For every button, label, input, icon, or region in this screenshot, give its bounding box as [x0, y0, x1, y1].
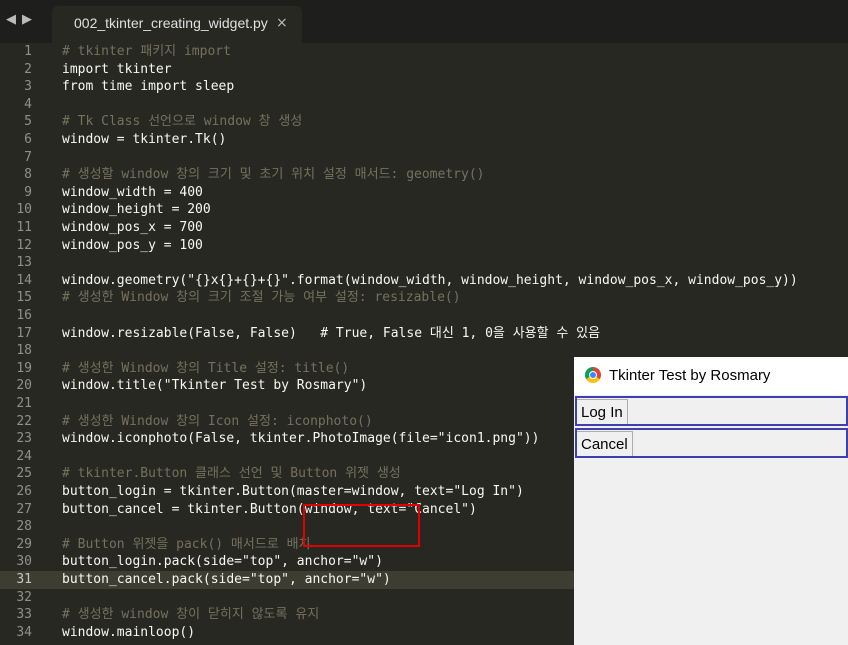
code-line: 13	[16, 255, 32, 271]
code-line: 12 window_pos_y = 100	[16, 237, 203, 253]
code-line: 4	[24, 96, 32, 112]
code-line: 17 window.resizable(False, False) # True,…	[16, 325, 601, 341]
window-title: Tkinter Test by Rosmary	[609, 367, 771, 384]
code-line: 22 # 생성한 Window 창의 Icon 설정: iconphoto()	[16, 413, 373, 429]
code-line: 24	[16, 448, 32, 464]
back-arrow-icon[interactable]: ◀	[6, 12, 16, 27]
code-line: 10 window_height = 200	[16, 202, 211, 218]
code-line: 25 # tkinter.Button 클래스 선언 및 Button 위젯 생성	[16, 466, 401, 482]
code-line: 16	[16, 308, 32, 323]
code-line: 2 import tkinter	[24, 61, 172, 77]
code-line: 19 # 생성한 Window 창의 Title 설정: title()	[16, 360, 350, 376]
code-line: 14 window.geometry("{}x{}+{}+{}".format(w…	[16, 272, 798, 288]
anchor-highlight-box	[303, 504, 420, 547]
code-line: 6 window = tkinter.Tk()	[24, 132, 227, 147]
code-line: 28	[16, 519, 32, 535]
close-icon[interactable]: ×	[276, 15, 288, 31]
code-line: 15 # 생성한 Window 창의 크기 조절 가능 여부 설정: resiza…	[16, 290, 461, 306]
code-line: 32	[16, 589, 32, 605]
window-titlebar[interactable]: Tkinter Test by Rosmary	[574, 357, 848, 395]
code-line: 11 window_pos_x = 700	[16, 220, 203, 235]
code-line: 9 window_width = 400	[24, 184, 203, 200]
code-line: 20 window.title("Tkinter Test by Rosmary"…	[16, 378, 368, 394]
tab-bar: ◀ ▶ 002_tkinter_creating_widget.py ×	[0, 0, 848, 43]
cancel-widget-outline	[575, 428, 848, 458]
code-line: 30 button_login.pack(side="top", anchor="…	[16, 554, 383, 570]
forward-arrow-icon[interactable]: ▶	[22, 12, 32, 27]
code-line: 3 from time import sleep	[24, 79, 235, 95]
tab-title: 002_tkinter_creating_widget.py	[74, 15, 268, 31]
code-line: 7	[24, 149, 32, 165]
chrome-icon	[585, 367, 601, 383]
code-line: 21	[16, 396, 32, 411]
code-line: 18	[16, 343, 32, 359]
code-line: 23 window.iconphoto(False, tkinter.PhotoI…	[16, 431, 540, 447]
code-line: 34 window.mainloop()	[16, 624, 196, 640]
code-line: 33 # 생성한 window 창이 닫히지 않도록 유지	[16, 607, 320, 623]
code-line: 8 # 생성할 window 창의 크기 및 초기 위치 설정 매서드: geom…	[24, 167, 485, 183]
login-widget-outline	[575, 396, 848, 426]
code-line: 26 button_login = tkinter.Button(master=w…	[16, 484, 524, 499]
code-line: 1 # tkinter 패키지 import	[24, 44, 231, 59]
code-line: 5 # Tk Class 선언으로 window 창 생성	[24, 114, 303, 130]
tab-file[interactable]: 002_tkinter_creating_widget.py ×	[52, 6, 302, 43]
code-line: 29 # Button 위젯을 pack() 매서드로 배치	[16, 536, 311, 552]
code-line: 27 button_cancel = tkinter.Button(window,…	[16, 501, 477, 517]
